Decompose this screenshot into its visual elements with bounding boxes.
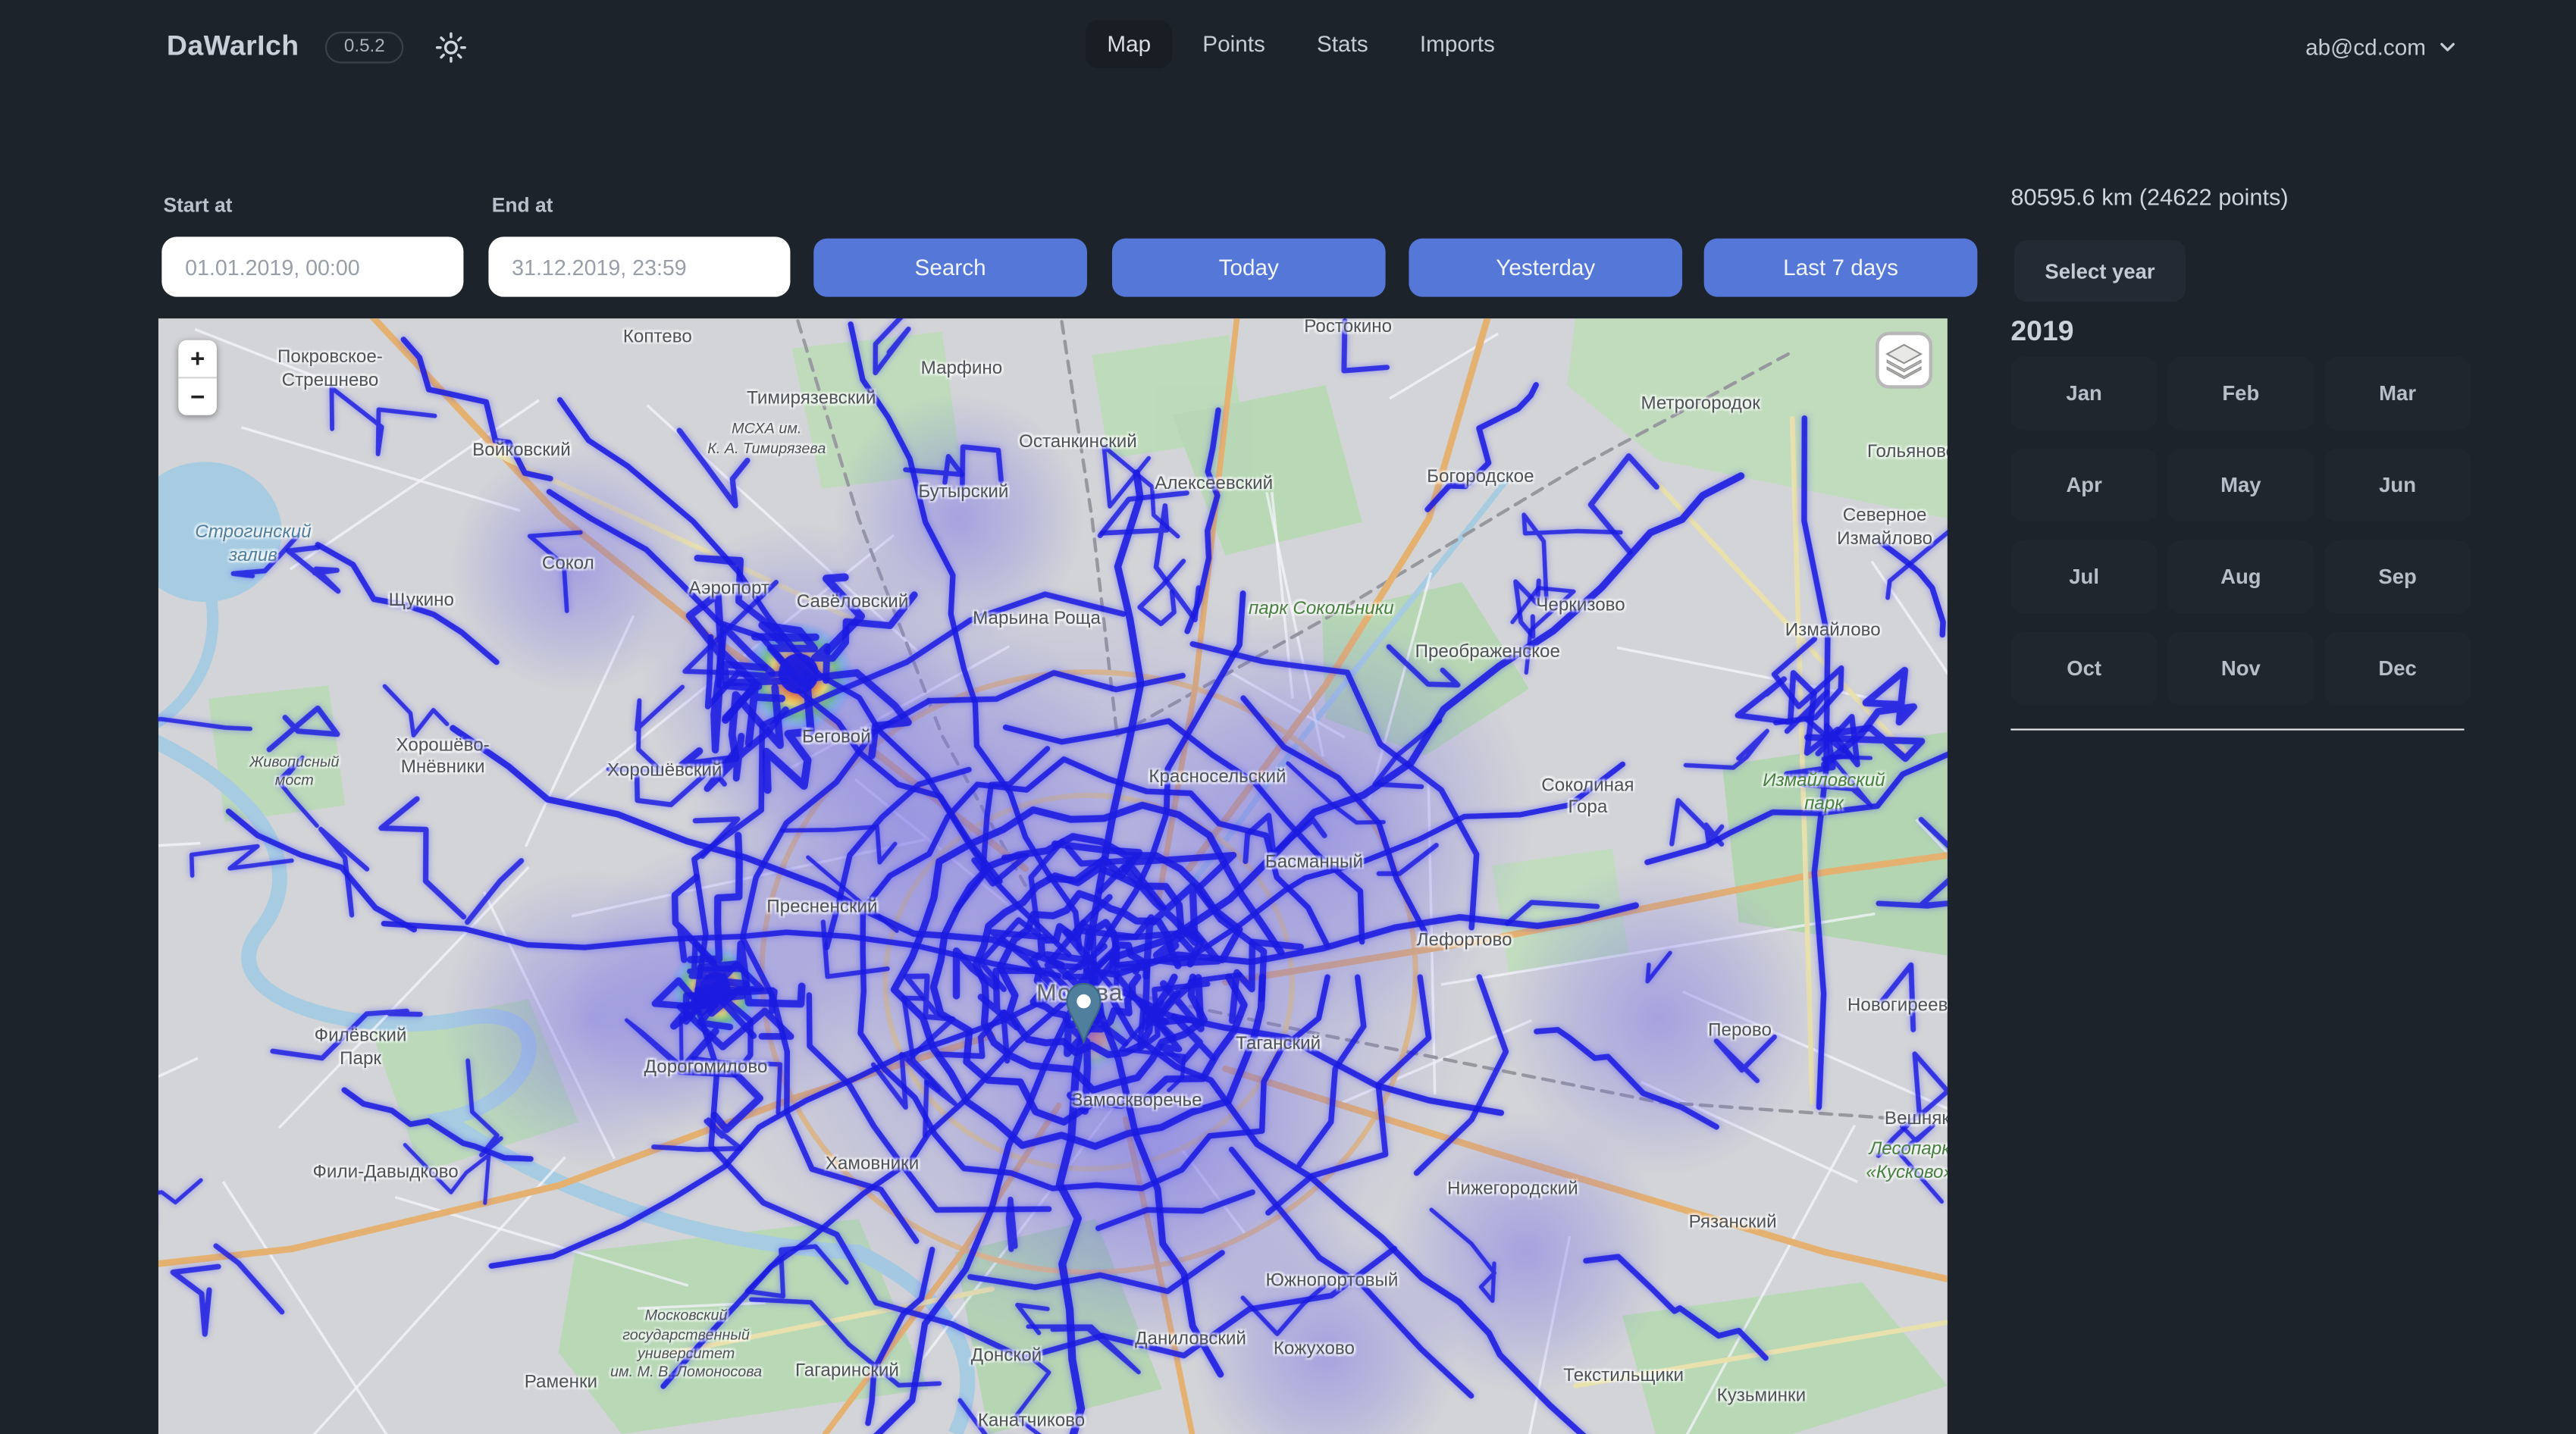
theme-toggle-sun-icon[interactable] (430, 25, 473, 68)
zoom-out-button[interactable]: − (178, 378, 217, 415)
month-button-nov[interactable]: Nov (2167, 632, 2314, 706)
start-at-label: Start at (164, 193, 233, 217)
sidebar-divider (2010, 728, 2464, 730)
layers-icon (1884, 340, 1924, 380)
month-button-oct[interactable]: Oct (2010, 632, 2158, 706)
zoom-in-button[interactable]: + (178, 340, 217, 379)
month-button-feb[interactable]: Feb (2167, 357, 2314, 431)
user-menu[interactable]: ab@cd.com (2305, 0, 2458, 93)
app-logo: DaWarIch (167, 30, 299, 64)
map[interactable]: КоптевоПокровское- СтрешневоТимирязевски… (158, 318, 1948, 1434)
month-grid: JanFebMar AprMayJun JulAugSep OctNovDec (2010, 357, 2471, 706)
start-at-input[interactable] (161, 236, 463, 296)
month-button-aug[interactable]: Aug (2167, 540, 2314, 614)
month-button-may[interactable]: May (2167, 449, 2314, 522)
month-button-jul[interactable]: Jul (2010, 540, 2158, 614)
month-button-mar[interactable]: Mar (2324, 357, 2471, 431)
select-year-button[interactable]: Select year (2014, 240, 2186, 302)
end-at-input[interactable] (488, 236, 790, 296)
today-button[interactable]: Today (1112, 239, 1386, 297)
last-7-days-button[interactable]: Last 7 days (1704, 239, 1978, 297)
distance-points-stat: 80595.6 km (24622 points) (2010, 183, 2288, 210)
month-button-apr[interactable]: Apr (2010, 449, 2158, 522)
month-button-jun[interactable]: Jun (2324, 449, 2471, 522)
chevron-down-icon (2437, 36, 2457, 56)
tab-map[interactable]: Map (1086, 20, 1173, 68)
end-at-label: End at (492, 193, 553, 217)
yesterday-button[interactable]: Yesterday (1409, 239, 1682, 297)
tab-points[interactable]: Points (1181, 20, 1287, 68)
search-button[interactable]: Search (813, 239, 1087, 297)
user-email: ab@cd.com (2305, 34, 2426, 59)
month-button-dec[interactable]: Dec (2324, 632, 2471, 706)
tab-stats[interactable]: Stats (1295, 20, 1390, 68)
main-nav: Map Points Stats Imports (1086, 20, 1517, 68)
month-button-jan[interactable]: Jan (2010, 357, 2158, 431)
app-root: DaWarIch 0.5.2 Map Points Stats Imports … (0, 0, 2576, 1434)
year-heading: 2019 (2010, 315, 2073, 349)
version-badge: 0.5.2 (326, 31, 403, 63)
month-button-sep[interactable]: Sep (2324, 540, 2471, 614)
layers-control[interactable] (1876, 332, 1932, 389)
tab-imports[interactable]: Imports (1398, 20, 1516, 68)
map-tiles (158, 318, 1948, 1434)
map-zoom-control: + − (178, 340, 217, 415)
location-marker-pin[interactable] (1065, 982, 1102, 1044)
